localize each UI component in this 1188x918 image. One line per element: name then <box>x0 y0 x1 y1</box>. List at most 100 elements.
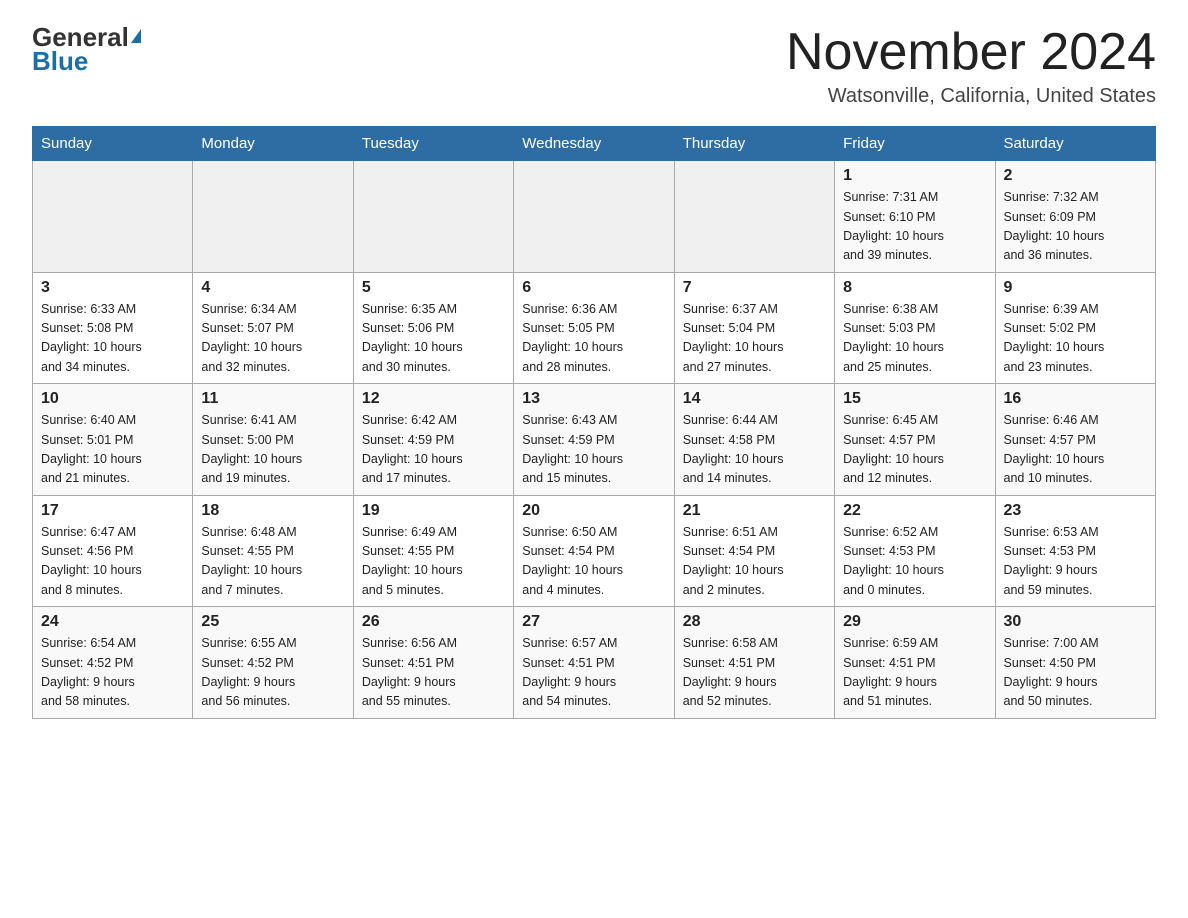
calendar-cell: 8Sunrise: 6:38 AMSunset: 5:03 PMDaylight… <box>835 272 995 384</box>
calendar-cell: 11 Sunrise: 6:41 AMSunset: 5:00 PMDayligh… <box>193 384 353 496</box>
calendar-cell: 18 Sunrise: 6:48 AMSunset: 4:55 PMDayligh… <box>193 495 353 607</box>
day-number: 15 <box>843 390 986 408</box>
calendar-header: SundayMondayTuesdayWednesdayThursdayFrid… <box>33 127 1156 161</box>
day-info: Sunrise: 6:44 AMSunset: 4:58 PMDaylight:… <box>683 411 826 489</box>
calendar-cell: 6 Sunrise: 6:36 AMSunset: 5:05 PMDaylight… <box>514 272 674 384</box>
calendar-cell: 16Sunrise: 6:46 AMSunset: 4:57 PMDayligh… <box>995 384 1155 496</box>
day-info: Sunrise: 6:38 AMSunset: 5:03 PMDaylight:… <box>843 300 986 378</box>
day-number: 20 <box>522 502 665 520</box>
day-number: 26 <box>362 613 505 631</box>
day-info: Sunrise: 6:52 AMSunset: 4:53 PMDaylight:… <box>843 523 986 601</box>
calendar-cell: 24 Sunrise: 6:54 AMSunset: 4:52 PMDayligh… <box>33 607 193 719</box>
calendar-cell: 30Sunrise: 7:00 AMSunset: 4:50 PMDayligh… <box>995 607 1155 719</box>
weekday-header-wednesday: Wednesday <box>514 127 674 161</box>
day-number: 3 <box>41 279 184 297</box>
day-info: Sunrise: 6:33 AMSunset: 5:08 PMDaylight:… <box>41 300 184 378</box>
weekday-header-tuesday: Tuesday <box>353 127 513 161</box>
location: Watsonville, California, United States <box>786 85 1156 108</box>
day-info: Sunrise: 6:41 AMSunset: 5:00 PMDaylight:… <box>201 411 344 489</box>
calendar-cell: 17 Sunrise: 6:47 AMSunset: 4:56 PMDayligh… <box>33 495 193 607</box>
calendar-cell <box>514 161 674 273</box>
day-info: Sunrise: 6:36 AMSunset: 5:05 PMDaylight:… <box>522 300 665 378</box>
calendar-cell: 25 Sunrise: 6:55 AMSunset: 4:52 PMDayligh… <box>193 607 353 719</box>
day-number: 5 <box>362 279 505 297</box>
day-info: Sunrise: 6:51 AMSunset: 4:54 PMDaylight:… <box>683 523 826 601</box>
page-header: General Blue November 2024 Watsonville, … <box>32 24 1156 108</box>
day-number: 27 <box>522 613 665 631</box>
calendar-cell: 19Sunrise: 6:49 AMSunset: 4:55 PMDayligh… <box>353 495 513 607</box>
calendar-week-row: 24 Sunrise: 6:54 AMSunset: 4:52 PMDayligh… <box>33 607 1156 719</box>
calendar-cell: 3 Sunrise: 6:33 AMSunset: 5:08 PMDaylight… <box>33 272 193 384</box>
month-title: November 2024 <box>786 24 1156 81</box>
day-number: 14 <box>683 390 826 408</box>
calendar-body: 1 Sunrise: 7:31 AMSunset: 6:10 PMDaylight… <box>33 161 1156 719</box>
logo-triangle-icon <box>131 29 141 43</box>
day-info: Sunrise: 6:46 AMSunset: 4:57 PMDaylight:… <box>1004 411 1147 489</box>
day-number: 10 <box>41 390 184 408</box>
day-info: Sunrise: 6:48 AMSunset: 4:55 PMDaylight:… <box>201 523 344 601</box>
day-info: Sunrise: 7:00 AMSunset: 4:50 PMDaylight:… <box>1004 634 1147 712</box>
calendar-cell: 1 Sunrise: 7:31 AMSunset: 6:10 PMDaylight… <box>835 161 995 273</box>
calendar-cell: 12 Sunrise: 6:42 AMSunset: 4:59 PMDayligh… <box>353 384 513 496</box>
day-number: 2 <box>1004 167 1147 185</box>
calendar-cell: 26 Sunrise: 6:56 AMSunset: 4:51 PMDayligh… <box>353 607 513 719</box>
day-number: 1 <box>843 167 986 185</box>
day-number: 18 <box>201 502 344 520</box>
calendar-cell <box>353 161 513 273</box>
day-number: 17 <box>41 502 184 520</box>
day-number: 12 <box>362 390 505 408</box>
day-number: 23 <box>1004 502 1147 520</box>
day-info: Sunrise: 6:39 AMSunset: 5:02 PMDaylight:… <box>1004 300 1147 378</box>
day-info: Sunrise: 6:43 AMSunset: 4:59 PMDaylight:… <box>522 411 665 489</box>
weekday-header-row: SundayMondayTuesdayWednesdayThursdayFrid… <box>33 127 1156 161</box>
calendar-cell: 13 Sunrise: 6:43 AMSunset: 4:59 PMDayligh… <box>514 384 674 496</box>
day-number: 25 <box>201 613 344 631</box>
day-number: 13 <box>522 390 665 408</box>
day-number: 7 <box>683 279 826 297</box>
calendar-cell: 15 Sunrise: 6:45 AMSunset: 4:57 PMDayligh… <box>835 384 995 496</box>
calendar-cell: 23 Sunrise: 6:53 AMSunset: 4:53 PMDayligh… <box>995 495 1155 607</box>
day-info: Sunrise: 6:42 AMSunset: 4:59 PMDaylight:… <box>362 411 505 489</box>
day-info: Sunrise: 6:59 AMSunset: 4:51 PMDaylight:… <box>843 634 986 712</box>
day-info: Sunrise: 6:35 AMSunset: 5:06 PMDaylight:… <box>362 300 505 378</box>
calendar-cell: 9Sunrise: 6:39 AMSunset: 5:02 PMDaylight… <box>995 272 1155 384</box>
day-info: Sunrise: 7:31 AMSunset: 6:10 PMDaylight:… <box>843 188 986 266</box>
day-info: Sunrise: 6:53 AMSunset: 4:53 PMDaylight:… <box>1004 523 1147 601</box>
day-number: 6 <box>522 279 665 297</box>
weekday-header-monday: Monday <box>193 127 353 161</box>
weekday-header-saturday: Saturday <box>995 127 1155 161</box>
calendar-cell: 28Sunrise: 6:58 AMSunset: 4:51 PMDayligh… <box>674 607 834 719</box>
day-info: Sunrise: 6:55 AMSunset: 4:52 PMDaylight:… <box>201 634 344 712</box>
calendar-week-row: 17 Sunrise: 6:47 AMSunset: 4:56 PMDayligh… <box>33 495 1156 607</box>
day-info: Sunrise: 7:32 AMSunset: 6:09 PMDaylight:… <box>1004 188 1147 266</box>
calendar-cell: 7 Sunrise: 6:37 AMSunset: 5:04 PMDaylight… <box>674 272 834 384</box>
calendar-week-row: 10Sunrise: 6:40 AMSunset: 5:01 PMDayligh… <box>33 384 1156 496</box>
day-info: Sunrise: 6:49 AMSunset: 4:55 PMDaylight:… <box>362 523 505 601</box>
calendar-cell: 10Sunrise: 6:40 AMSunset: 5:01 PMDayligh… <box>33 384 193 496</box>
calendar-week-row: 3 Sunrise: 6:33 AMSunset: 5:08 PMDaylight… <box>33 272 1156 384</box>
calendar-cell: 20Sunrise: 6:50 AMSunset: 4:54 PMDayligh… <box>514 495 674 607</box>
day-info: Sunrise: 6:45 AMSunset: 4:57 PMDaylight:… <box>843 411 986 489</box>
calendar-table: SundayMondayTuesdayWednesdayThursdayFrid… <box>32 126 1156 719</box>
calendar-cell <box>193 161 353 273</box>
weekday-header-friday: Friday <box>835 127 995 161</box>
day-info: Sunrise: 6:56 AMSunset: 4:51 PMDaylight:… <box>362 634 505 712</box>
title-block: November 2024 Watsonville, California, U… <box>786 24 1156 108</box>
calendar-cell: 5 Sunrise: 6:35 AMSunset: 5:06 PMDaylight… <box>353 272 513 384</box>
day-info: Sunrise: 6:34 AMSunset: 5:07 PMDaylight:… <box>201 300 344 378</box>
day-info: Sunrise: 6:47 AMSunset: 4:56 PMDaylight:… <box>41 523 184 601</box>
day-number: 24 <box>41 613 184 631</box>
calendar-cell: 29Sunrise: 6:59 AMSunset: 4:51 PMDayligh… <box>835 607 995 719</box>
calendar-cell: 14 Sunrise: 6:44 AMSunset: 4:58 PMDayligh… <box>674 384 834 496</box>
logo-blue: Blue <box>32 46 88 77</box>
calendar-cell: 4Sunrise: 6:34 AMSunset: 5:07 PMDaylight… <box>193 272 353 384</box>
logo: General Blue <box>32 24 141 77</box>
day-info: Sunrise: 6:37 AMSunset: 5:04 PMDaylight:… <box>683 300 826 378</box>
calendar-cell <box>33 161 193 273</box>
weekday-header-thursday: Thursday <box>674 127 834 161</box>
day-number: 11 <box>201 390 344 408</box>
day-number: 28 <box>683 613 826 631</box>
day-info: Sunrise: 6:54 AMSunset: 4:52 PMDaylight:… <box>41 634 184 712</box>
day-number: 21 <box>683 502 826 520</box>
calendar-cell: 2 Sunrise: 7:32 AMSunset: 6:09 PMDaylight… <box>995 161 1155 273</box>
